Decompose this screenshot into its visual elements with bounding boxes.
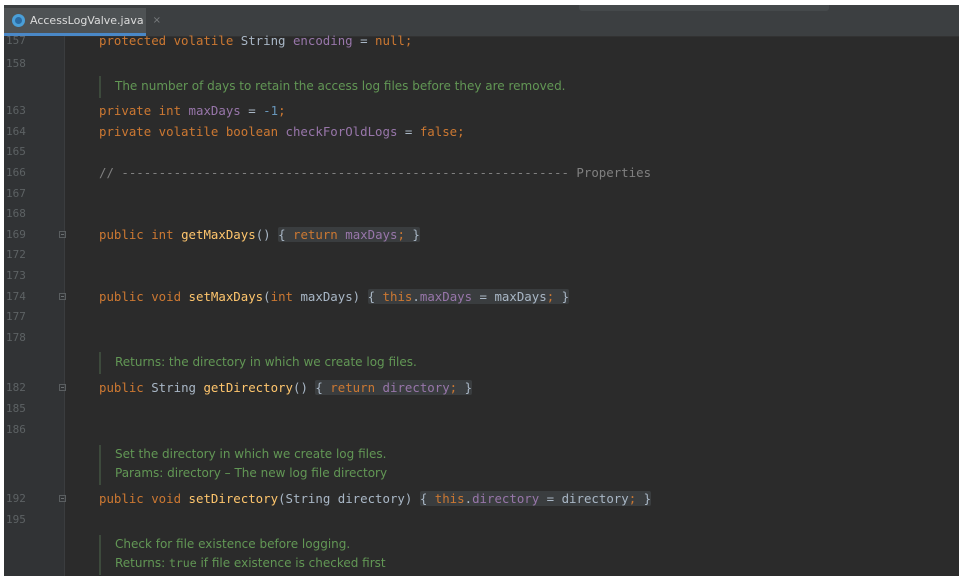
doc-comment-text: Set the directory in which we create log… xyxy=(115,447,387,461)
line-number: 174 xyxy=(6,290,26,303)
code-text: private int maxDays = -1; xyxy=(99,103,286,118)
code-text: protected volatile String encoding = nul… xyxy=(99,33,413,48)
code-line[interactable]: 169 public int getMaxDays() { return max… xyxy=(4,225,959,245)
line-number: 192 xyxy=(6,492,26,505)
doc-comment-text: Check for file existence before logging. xyxy=(115,537,351,551)
close-icon[interactable]: × xyxy=(153,15,161,26)
line-number: 158 xyxy=(6,57,26,70)
code-line[interactable]: 185 xyxy=(4,399,959,419)
code-line[interactable]: 177 xyxy=(4,307,959,327)
folded-body[interactable]: { return maxDays; } xyxy=(278,227,420,242)
code-line[interactable]: 167 xyxy=(4,184,959,204)
code-text: public int getMaxDays() { return maxDays… xyxy=(99,227,420,242)
line-number: 169 xyxy=(6,228,26,241)
toolbar-edge xyxy=(579,5,829,11)
code-text: public void setMaxDays(int maxDays) { th… xyxy=(99,289,570,304)
fold-icon[interactable] xyxy=(59,293,66,300)
line-number: 182 xyxy=(6,381,26,394)
code-line[interactable]: 164 private volatile boolean checkForOld… xyxy=(4,122,959,142)
code-line[interactable]: 168 xyxy=(4,204,959,224)
code-text: public void setDirectory(String director… xyxy=(99,491,652,506)
line-number: 172 xyxy=(6,248,26,261)
line-number: 163 xyxy=(6,104,26,117)
line-number: 178 xyxy=(6,331,26,344)
doc-comment-text: Returns: the directory in which we creat… xyxy=(115,355,417,369)
folded-body[interactable]: { return directory; } xyxy=(315,380,473,395)
code-line[interactable]: 163 private int maxDays = -1; xyxy=(4,101,959,121)
code-line[interactable]: 158 xyxy=(4,54,959,74)
line-number: 177 xyxy=(6,310,26,323)
code-line[interactable]: 178 xyxy=(4,328,959,348)
code-line[interactable]: 166 // ---------------------------------… xyxy=(4,163,959,183)
line-number: 186 xyxy=(6,423,26,436)
line-number: 173 xyxy=(6,269,26,282)
line-number: 168 xyxy=(6,207,26,220)
folded-body[interactable]: { this.maxDays = maxDays; } xyxy=(367,289,570,304)
code-text: private volatile boolean checkForOldLogs… xyxy=(99,124,465,139)
editor-window: AccessLogValve.java × 157 protected vola… xyxy=(4,5,959,576)
code-text: public String getDirectory() { return di… xyxy=(99,380,473,395)
line-number: 185 xyxy=(6,402,26,415)
java-class-icon xyxy=(12,14,25,27)
line-number: 195 xyxy=(6,513,26,526)
code-line[interactable]: 165 xyxy=(4,142,959,162)
doc-comment-text: The number of days to retain the access … xyxy=(115,79,566,93)
code-line[interactable]: 157 protected volatile String encoding =… xyxy=(4,31,959,51)
fold-icon[interactable] xyxy=(59,384,66,391)
fold-icon[interactable] xyxy=(59,495,66,502)
code-line[interactable]: 172 xyxy=(4,245,959,265)
line-number: 167 xyxy=(6,187,26,200)
code-line[interactable]: 173 xyxy=(4,266,959,286)
line-number: 166 xyxy=(6,166,26,179)
tab-label: AccessLogValve.java xyxy=(30,14,144,27)
code-line[interactable]: 195 xyxy=(4,510,959,530)
doc-returns-text: Returns: true if file existence is check… xyxy=(115,556,386,570)
doc-comment: Set the directory in which we create log… xyxy=(99,445,939,485)
doc-comment: The number of days to retain the access … xyxy=(99,76,939,98)
line-comment: // -------------------------------------… xyxy=(99,165,652,180)
code-line[interactable]: 182 public String getDirectory() { retur… xyxy=(4,378,959,398)
code-line[interactable]: 186 xyxy=(4,420,959,440)
line-number: 165 xyxy=(6,145,26,158)
code-line[interactable]: 174 public void setMaxDays(int maxDays) … xyxy=(4,287,959,307)
folded-body[interactable]: { this.directory = directory; } xyxy=(419,491,652,506)
code-line[interactable]: 192 public void setDirectory(String dire… xyxy=(4,489,959,509)
doc-comment: Returns: the directory in which we creat… xyxy=(99,352,939,374)
line-number: 164 xyxy=(6,125,26,138)
doc-comment: Check for file existence before logging.… xyxy=(99,535,939,575)
doc-params-text: Params: directory – The new log file dir… xyxy=(115,466,388,480)
fold-icon[interactable] xyxy=(59,231,66,238)
line-number: 157 xyxy=(6,34,26,47)
